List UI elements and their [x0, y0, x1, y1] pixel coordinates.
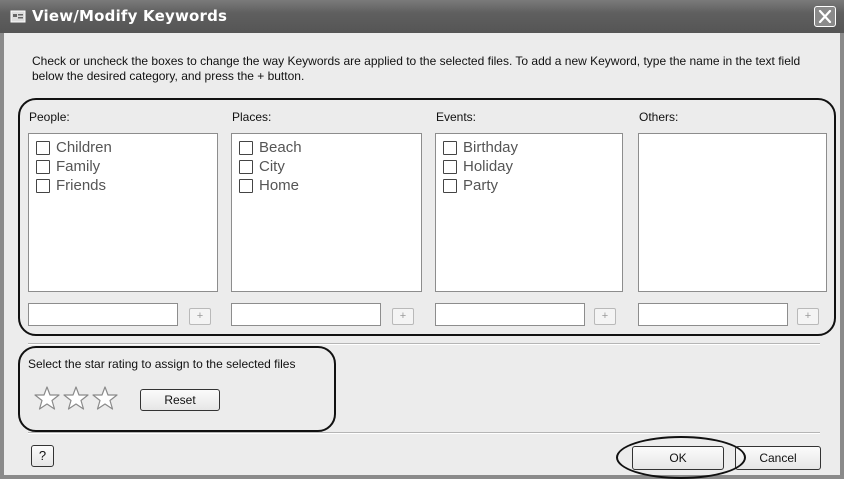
close-icon: [818, 10, 832, 23]
cancel-button[interactable]: Cancel: [735, 446, 821, 470]
separator: [28, 432, 820, 434]
app-icon: [10, 10, 26, 23]
title-bar: View/Modify Keywords: [0, 0, 844, 34]
callout-outline-keywords: [18, 98, 836, 336]
callout-outline-ok: [616, 436, 746, 479]
callout-outline-rating: [18, 346, 336, 432]
instructions-text: Check or uncheck the boxes to change the…: [32, 54, 801, 83]
close-button[interactable]: [814, 6, 836, 27]
window-title: View/Modify Keywords: [32, 7, 228, 25]
separator: [28, 343, 820, 345]
help-button[interactable]: ?: [31, 445, 54, 467]
